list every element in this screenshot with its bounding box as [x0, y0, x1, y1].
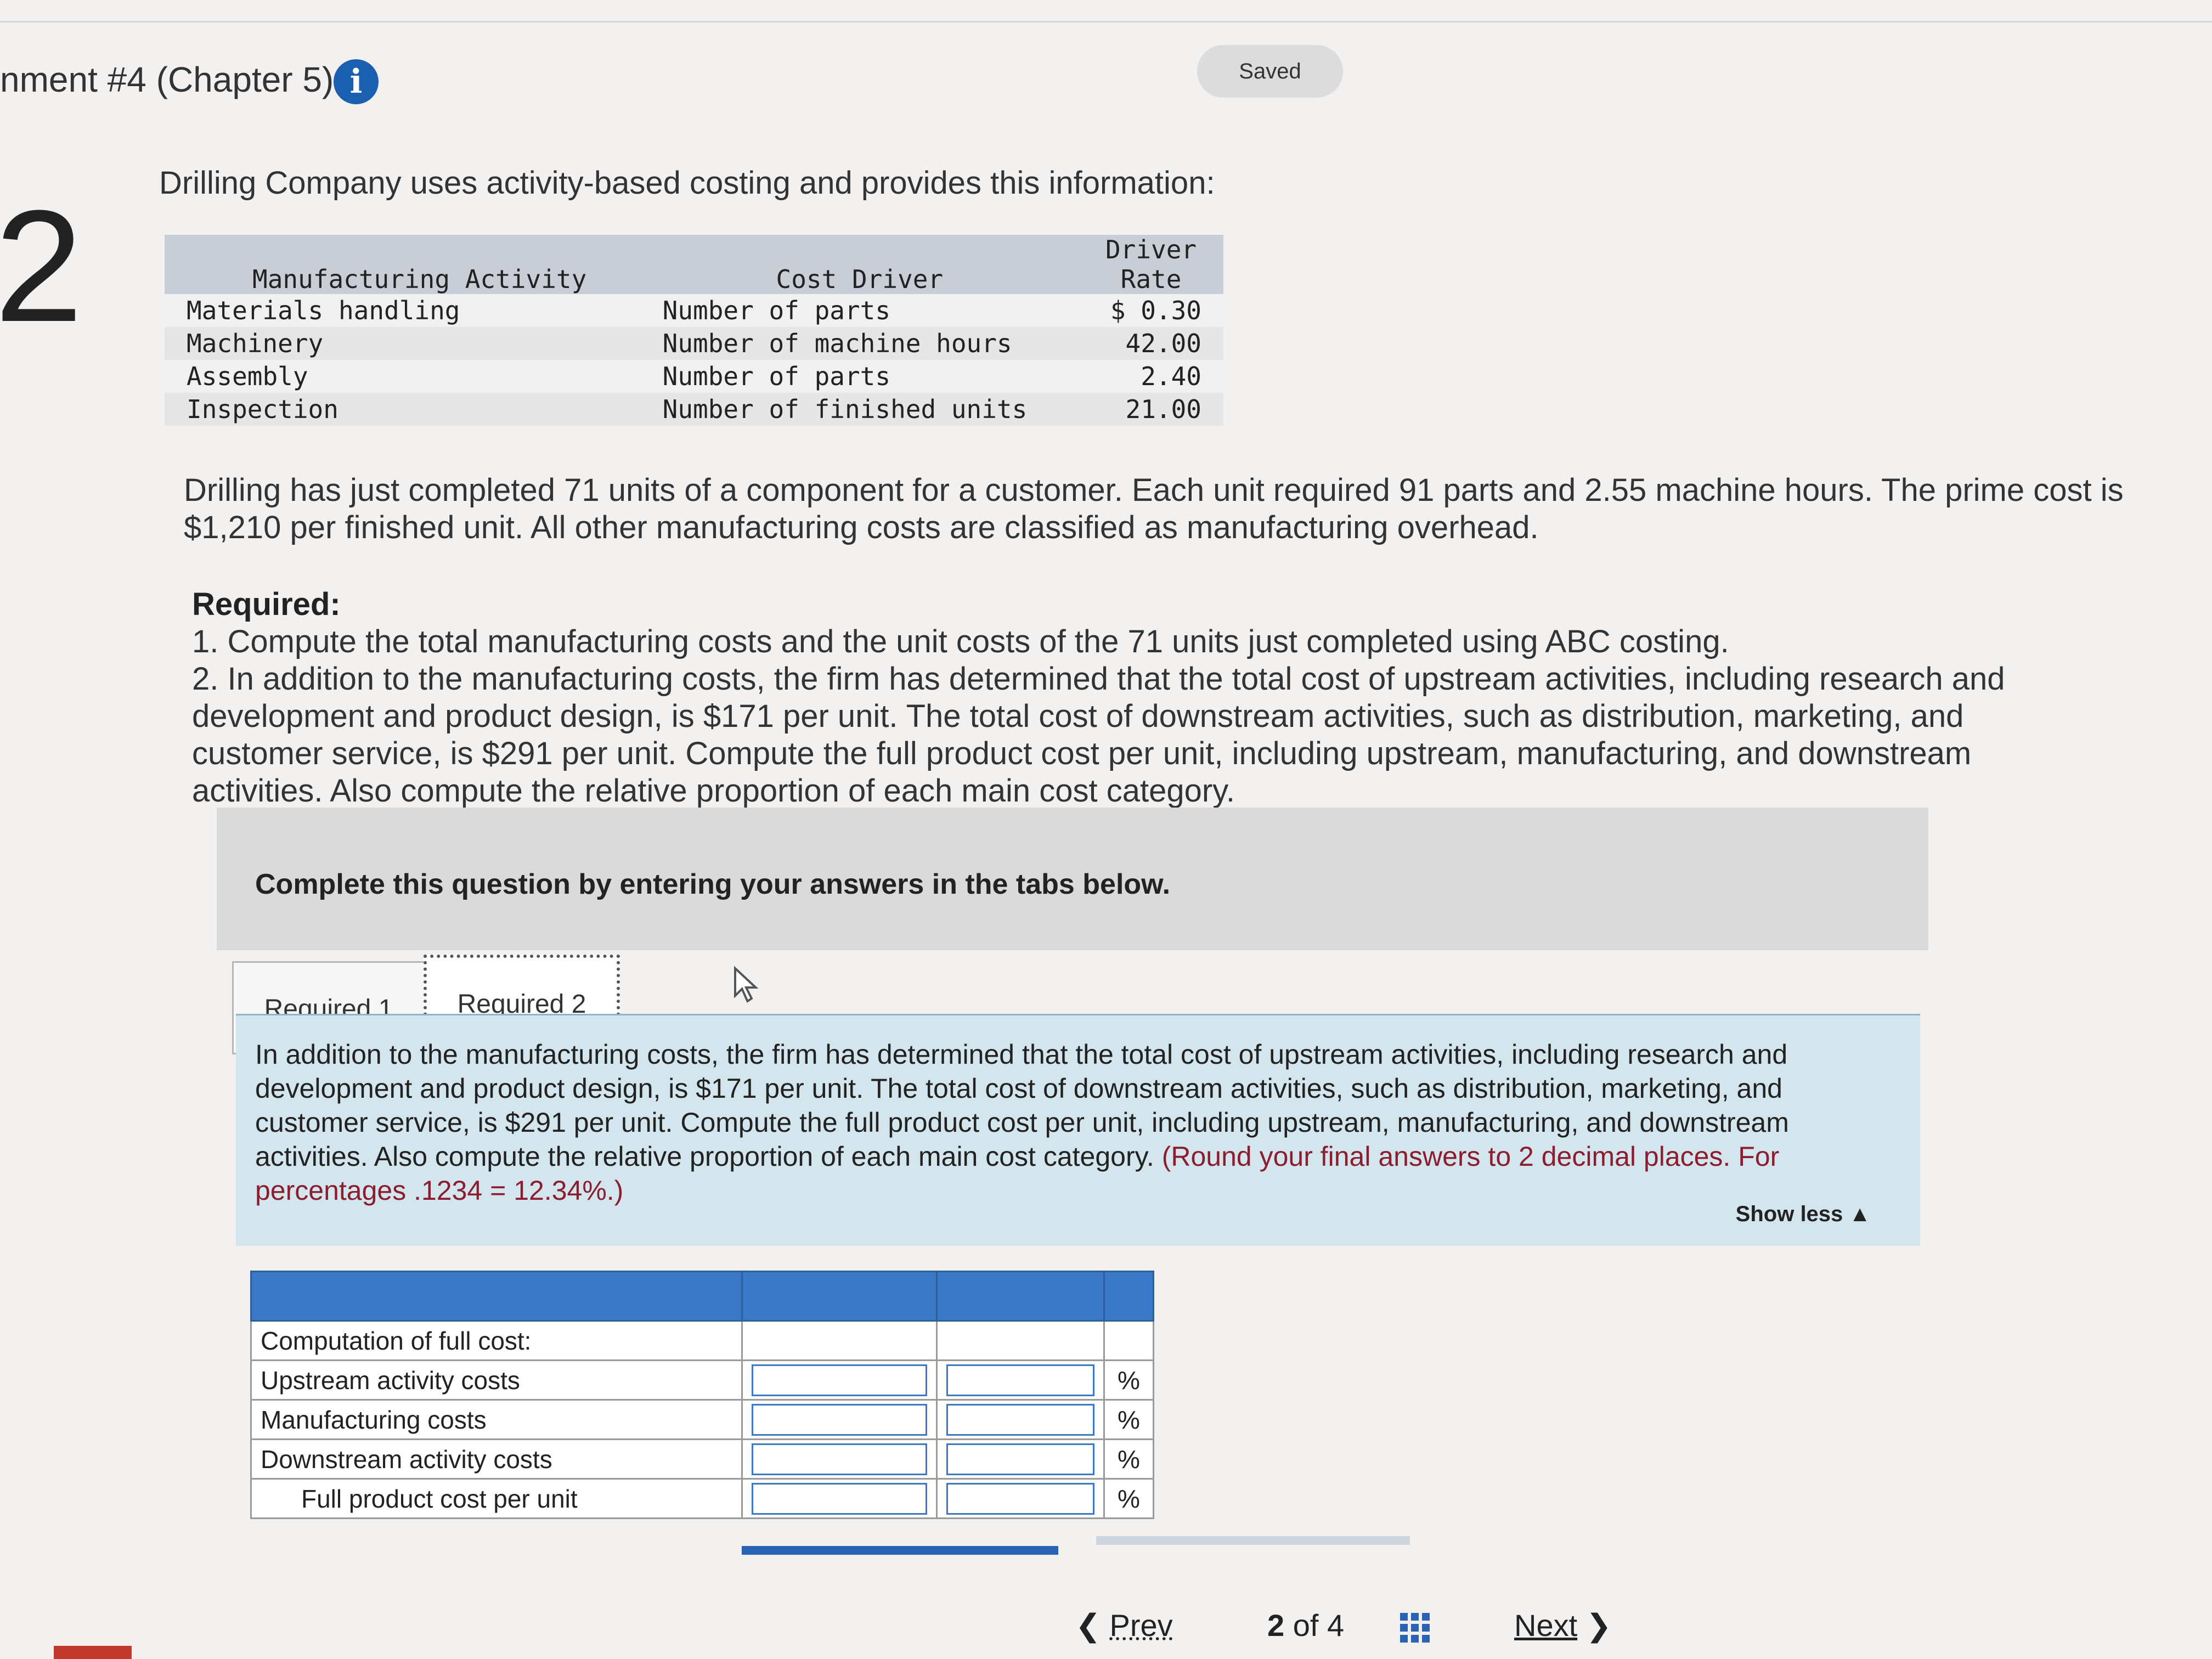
activity-cell: Inspection [165, 393, 641, 426]
row-label: Downstream activity costs [250, 1438, 743, 1480]
full-percent-input[interactable] [946, 1483, 1094, 1515]
answer-header-row [250, 1271, 1154, 1322]
table-row: Machinery Number of machine hours 42.00 [165, 327, 1223, 360]
required-item-1: 1. Compute the total manufacturing costs… [192, 624, 1729, 659]
prev-label: Prev [1109, 1608, 1173, 1643]
rate-cell: 2.40 [1079, 360, 1223, 393]
table-row: Assembly Number of parts 2.40 [165, 360, 1223, 393]
driver-cell: Number of finished units [640, 393, 1079, 426]
answer-table: Computation of full cost: Upstream activ… [250, 1271, 1154, 1519]
instruction-text: Complete this question by entering your … [255, 868, 1171, 900]
instruction-panel: In addition to the manufacturing costs, … [236, 1014, 1920, 1246]
activity-cell: Assembly [165, 360, 641, 393]
manufacturing-percent-input[interactable] [946, 1404, 1094, 1436]
pct-cell: % [1103, 1359, 1154, 1401]
saved-status-badge: Saved [1197, 45, 1343, 98]
table-row: Manufacturing costs % [250, 1399, 1154, 1440]
table-row: Full product cost per unit % [250, 1478, 1154, 1519]
header-activity: Manufacturing Activity [165, 235, 641, 294]
header-cell [250, 1271, 743, 1322]
row-label: Full product cost per unit [250, 1478, 743, 1519]
full-cost-input[interactable] [752, 1483, 927, 1515]
table-row: Upstream activity costs % [250, 1359, 1154, 1401]
downstream-percent-cell [936, 1438, 1105, 1480]
page-total: of 4 [1293, 1608, 1345, 1643]
mouse-pointer-icon [734, 966, 759, 1003]
pct-cell: % [1103, 1478, 1154, 1519]
intro-text: Drilling Company uses activity-based cos… [159, 165, 1215, 201]
downstream-percent-input[interactable] [946, 1443, 1094, 1476]
manufacturing-cost-cell [741, 1399, 938, 1440]
instruction-bar: Complete this question by entering your … [217, 808, 1928, 950]
panel-text: In addition to the manufacturing costs, … [255, 1037, 1890, 1207]
table-row: Computation of full cost: [250, 1320, 1154, 1361]
top-divider [0, 21, 2212, 22]
scenario-text: Drilling has just completed 71 units of … [184, 472, 2124, 545]
activity-table: Manufacturing Activity Cost Driver Drive… [165, 235, 1223, 426]
driver-cell: Number of machine hours [640, 327, 1079, 360]
header-cell [936, 1271, 1105, 1322]
required-heading: Required: [192, 586, 341, 622]
rate-cell: 21.00 [1079, 393, 1223, 426]
table-row: Inspection Number of finished units 21.0… [165, 393, 1223, 426]
grid-icon[interactable] [1399, 1612, 1432, 1645]
horizontal-scrollbar-thumb[interactable] [742, 1546, 1058, 1555]
required-item-2: 2. In addition to the manufacturing cost… [192, 661, 2005, 809]
full-percent-cell [936, 1478, 1105, 1519]
header-cell [741, 1271, 938, 1322]
empty-cell [741, 1320, 938, 1361]
row-label: Computation of full cost: [250, 1320, 743, 1361]
full-cost-cell [741, 1478, 938, 1519]
next-label: Next [1514, 1608, 1578, 1643]
upstream-percent-input[interactable] [946, 1364, 1094, 1397]
corner-badge [54, 1646, 132, 1659]
empty-cell [936, 1320, 1105, 1361]
row-label: Manufacturing costs [250, 1399, 743, 1440]
pct-cell: % [1103, 1399, 1154, 1440]
header-cell [1103, 1271, 1154, 1322]
info-icon[interactable]: i [334, 59, 379, 104]
driver-cell: Number of parts [640, 360, 1079, 393]
header-cost-driver: Cost Driver [640, 235, 1079, 294]
upstream-cost-input[interactable] [752, 1364, 927, 1397]
driver-cell: Number of parts [640, 294, 1079, 327]
page-current: 2 [1267, 1608, 1285, 1643]
row-label: Upstream activity costs [250, 1359, 743, 1401]
upstream-cost-cell [741, 1359, 938, 1401]
rate-cell: 42.00 [1079, 327, 1223, 360]
pct-cell [1103, 1320, 1154, 1361]
downstream-cost-input[interactable] [752, 1443, 927, 1476]
upstream-percent-cell [936, 1359, 1105, 1401]
next-button[interactable]: Next ❯ [1514, 1607, 1612, 1644]
table-row: Downstream activity costs % [250, 1438, 1154, 1480]
rate-cell: $ 0.30 [1079, 294, 1223, 327]
show-less-link[interactable]: Show less ▲ [1736, 1202, 1871, 1227]
activity-cell: Machinery [165, 327, 641, 360]
page-indicator: 2 of 4 [1267, 1607, 1344, 1643]
required-list: 1. Compute the total manufacturing costs… [192, 623, 2085, 810]
manufacturing-percent-cell [936, 1399, 1105, 1440]
question-number: 2 [0, 177, 83, 355]
header-rate-line1: Driver [1105, 235, 1197, 264]
horizontal-scrollbar-track[interactable] [1096, 1536, 1410, 1545]
manufacturing-cost-input[interactable] [752, 1404, 927, 1436]
pct-cell: % [1103, 1438, 1154, 1480]
header-driver-rate: Driver Rate [1079, 235, 1223, 294]
activity-cell: Materials handling [165, 294, 641, 327]
header-rate-line2: Rate [1120, 264, 1182, 294]
table-row: Materials handling Number of parts $ 0.3… [165, 294, 1223, 327]
assignment-title: nment #4 (Chapter 5) [0, 60, 334, 99]
chevron-right-icon: ❯ [1585, 1608, 1612, 1643]
prev-button[interactable]: ❮ Prev [1075, 1607, 1207, 1644]
downstream-cost-cell [741, 1438, 938, 1480]
chevron-left-icon: ❮ [1075, 1608, 1101, 1643]
